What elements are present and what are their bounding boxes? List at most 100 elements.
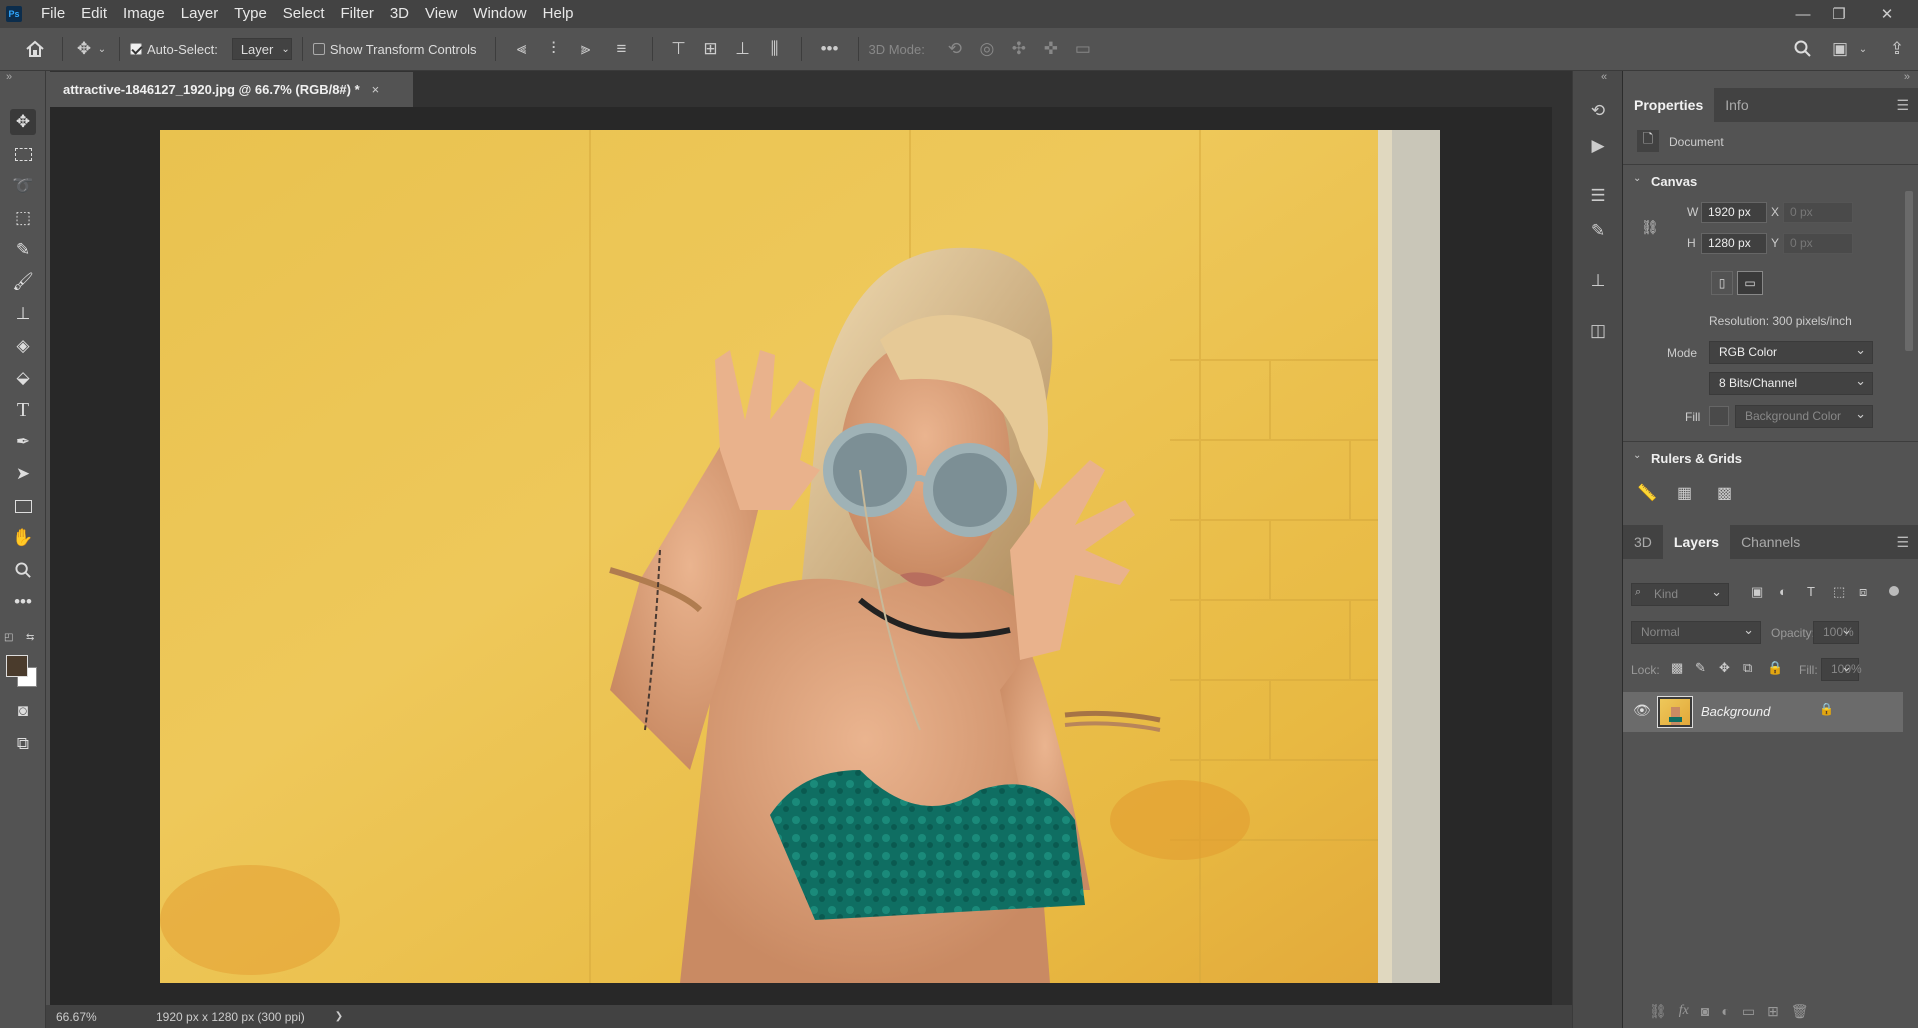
3d-slide-icon[interactable]: ✜ [1035,34,1067,64]
layer-name[interactable]: Background [1701,704,1770,719]
paint-bucket-tool-icon[interactable]: ⬙ [10,365,36,391]
menu-window[interactable]: Window [465,0,534,28]
chevron-down-icon[interactable]: ⌄ [1633,173,1641,184]
adjustment-layer-icon[interactable]: ◐ [1721,1003,1729,1019]
add-mask-icon[interactable]: ◙ [1701,1003,1709,1019]
new-group-icon[interactable]: ▭ [1742,1003,1755,1020]
document-image[interactable] [160,130,1440,983]
status-menu-arrow-icon[interactable]: ❯ [335,1011,343,1022]
x-field[interactable]: 0 px [1783,202,1853,223]
align-bottom-icon[interactable]: ⊥ [727,34,759,64]
lock-transparent-icon[interactable]: ▩ [1671,660,1683,676]
workspace-chevron-icon[interactable]: ⌄ [1856,34,1870,64]
color-mode-dropdown[interactable]: RGB Color [1709,339,1873,364]
history-icon[interactable]: ⟲ [1583,96,1613,126]
chevron-down-icon[interactable]: ⌄ [95,34,109,64]
new-layer-icon[interactable]: ⊞ [1767,1003,1779,1020]
height-field[interactable]: 1280 px [1701,233,1767,254]
align-top-icon[interactable]: ⊤ [663,34,695,64]
distribute-icon[interactable]: ≡ [602,34,642,64]
auto-select-checkbox[interactable] [130,43,142,55]
guides-icon[interactable]: ▩ [1717,483,1732,503]
clone-source-icon[interactable]: ⊥ [1583,266,1613,296]
path-selection-tool-icon[interactable]: ➤ [10,461,36,487]
adjustment-filter-icon[interactable]: ◐ [1779,584,1787,599]
menu-3d[interactable]: 3D [382,0,417,28]
menu-edit[interactable]: Edit [73,0,115,28]
collapse-strip-icon[interactable]: « [1601,71,1607,83]
pixel-filter-icon[interactable]: ▣ [1751,584,1763,600]
menu-view[interactable]: View [417,0,465,28]
shape-filter-icon[interactable]: ⬚ [1833,584,1845,600]
tab-channels[interactable]: Channels [1730,525,1811,559]
menu-filter[interactable]: Filter [333,0,382,28]
show-transform-checkbox[interactable] [312,43,325,55]
actions-play-icon[interactable]: ▶ [1583,131,1613,161]
libraries-icon[interactable]: ◫ [1583,316,1613,346]
more-options-icon[interactable]: ••• [812,34,848,64]
move-tool-icon[interactable]: ✥ [10,109,36,135]
layer-lock-icon[interactable]: 🔒 [1819,702,1834,716]
restore-icon[interactable]: ❐ [1822,0,1856,28]
tab-3d[interactable]: 3D [1623,525,1663,559]
expand-panel-icon[interactable]: » [6,71,12,83]
lock-artboard-icon[interactable]: ⧉ [1743,660,1752,676]
3d-camera-icon[interactable]: ▭ [1067,34,1099,64]
lasso-tool-icon[interactable]: ➰ [10,173,36,199]
distribute-vertical-icon[interactable]: ⫼ [759,34,791,64]
fill-dropdown[interactable]: Background Color [1735,403,1873,428]
blend-mode-dropdown[interactable]: Normal [1631,619,1761,644]
brush-tool-icon[interactable]: 🖌 [10,269,36,295]
rulers-grids-section-title[interactable]: Rulers & Grids [1651,451,1742,466]
ruler-icon[interactable]: 📏 [1637,483,1657,503]
menu-type[interactable]: Type [226,0,275,28]
tab-info[interactable]: Info [1714,88,1759,122]
pen-tool-icon[interactable]: ✒ [10,429,36,455]
link-layers-icon[interactable]: ⛓ [1649,1003,1667,1020]
zoom-tool-icon[interactable] [10,557,36,583]
collapse-panels-icon[interactable]: » [1904,71,1910,83]
properties-scrollbar[interactable] [1905,191,1913,351]
menu-layer[interactable]: Layer [173,0,227,28]
workspace-icon[interactable]: ▣ [1826,34,1854,64]
stamp-tool-icon[interactable]: ⊥ [10,301,36,327]
link-icon[interactable]: ⛓ [1641,219,1659,236]
share-icon[interactable]: ⇪ [1884,34,1910,64]
zoom-level[interactable]: 66.67% [46,1010,106,1024]
chevron-down-icon[interactable]: ⌄ [1633,450,1641,461]
menu-help[interactable]: Help [535,0,582,28]
opacity-field[interactable]: 100% [1813,619,1859,644]
fx-icon[interactable]: fx [1679,1003,1689,1019]
y-field[interactable]: 0 px [1783,233,1853,254]
close-tab-icon[interactable]: × [372,82,380,97]
marquee-tool-icon[interactable] [10,141,36,167]
portrait-orientation-icon[interactable]: ▯ [1711,271,1733,295]
align-left-icon[interactable]: ⫷ [506,34,538,64]
grid-icon[interactable]: ▦ [1677,483,1692,503]
align-middle-icon[interactable]: ⊞ [695,34,727,64]
kind-filter-dropdown[interactable]: Kind [1631,581,1729,606]
close-window-icon[interactable]: ✕ [1870,0,1904,28]
bit-depth-dropdown[interactable]: 8 Bits/Channel [1709,370,1873,395]
smart-object-filter-icon[interactable]: ⧈ [1859,584,1867,600]
lock-image-icon[interactable]: ✎ [1695,660,1706,676]
lock-all-icon[interactable]: 🔒 [1767,660,1783,676]
layer-row[interactable]: 👁 Background 🔒 [1623,692,1903,732]
tab-properties[interactable]: Properties [1623,88,1715,122]
object-selection-tool-icon[interactable]: ⬚ [10,205,36,231]
brush-settings-icon[interactable]: ✎ [1583,216,1613,246]
type-tool-icon[interactable]: T [10,397,36,423]
swap-colors-icon[interactable]: ⇆ [26,632,34,643]
layers-menu-icon[interactable]: ☰ [1896,534,1909,551]
canvas-scrollbar[interactable] [1552,107,1572,1005]
minimize-icon[interactable]: — [1786,0,1820,28]
search-icon[interactable] [1790,34,1816,64]
filter-toggle-icon[interactable] [1889,586,1899,596]
width-field[interactable]: 1920 px [1701,202,1767,223]
align-center-icon[interactable]: ⫶ [538,34,570,64]
fill-swatch[interactable] [1709,406,1729,426]
align-right-icon[interactable]: ⫸ [570,34,602,64]
3d-pan-icon[interactable]: ✣ [1003,34,1035,64]
screen-mode-icon[interactable]: ⧉ [10,731,36,757]
eye-icon[interactable]: 👁 [1633,702,1651,719]
